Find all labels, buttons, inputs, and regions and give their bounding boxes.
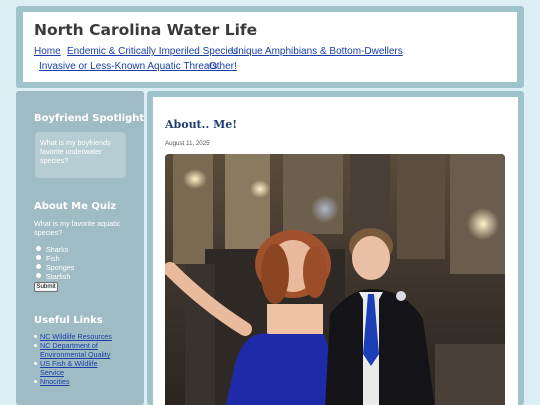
link-nc-deq[interactable]: NC Department of Environmental Quality — [34, 341, 124, 359]
post-panel: About.. Me! August 11, 2025 — [153, 97, 518, 405]
radio-icon[interactable] — [36, 246, 41, 251]
main-content: About.. Me! August 11, 2025 — [147, 91, 524, 405]
quiz-option-starfish[interactable]: Starfish — [36, 272, 70, 281]
link-nnocities[interactable]: Nnocities — [34, 377, 70, 386]
site-title: North Carolina Water Life — [34, 21, 258, 39]
post-date: August 11, 2025 — [165, 140, 210, 147]
radio-icon[interactable] — [36, 273, 41, 278]
quiz-heading: About Me Quiz — [34, 201, 117, 212]
quiz-option-sharks[interactable]: Sharks — [36, 245, 68, 254]
nav-link-invasive-threats[interactable]: Invasive or Less-Known Aquatic Threats — [39, 61, 217, 72]
spotlight-heading: Boyfriend Spotlight — [34, 113, 144, 124]
quiz-question: What is my favorite aquatic species? — [34, 219, 121, 237]
radio-icon[interactable] — [36, 255, 41, 260]
photo-illustration — [165, 154, 505, 405]
site-header: North Carolina Water Life Home Endemic &… — [16, 6, 524, 88]
nav-link-endemic-species[interactable]: Endemic & Critically Imperiled Species — [67, 46, 238, 57]
post-title: About.. Me! — [165, 118, 238, 131]
sidebar: Boyfriend Spotlight What is my boyfriend… — [16, 91, 144, 405]
nav-link-home[interactable]: Home — [34, 46, 61, 57]
links-heading: Useful Links — [34, 315, 103, 326]
quiz-option-fish[interactable]: Fish — [36, 254, 60, 263]
quiz-submit-button[interactable]: Submit — [34, 282, 58, 292]
link-nc-wildlife[interactable]: NC Wildlife Resources — [34, 332, 112, 341]
spotlight-box: What is my boyfriends favorite underwate… — [35, 132, 126, 178]
nav-link-other[interactable]: Other! — [209, 61, 237, 72]
header-panel: North Carolina Water Life Home Endemic &… — [23, 12, 517, 82]
spotlight-text: What is my boyfriends favorite underwate… — [40, 138, 111, 165]
post-photo — [165, 154, 505, 405]
nav-link-amphibians[interactable]: Unique Amphibians & Bottom-Dwellers — [231, 46, 403, 57]
link-us-fish-wildlife[interactable]: US Fish & Wildlife Service — [34, 359, 110, 377]
quiz-option-sponges[interactable]: Sponges — [36, 263, 74, 272]
radio-icon[interactable] — [36, 264, 41, 269]
